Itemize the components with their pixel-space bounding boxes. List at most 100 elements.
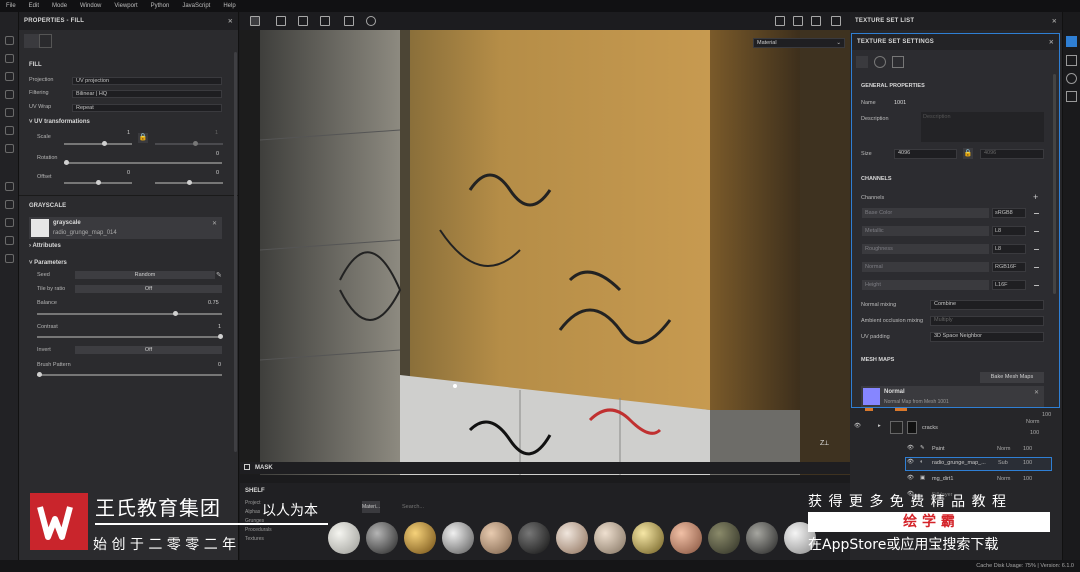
brush-pattern-slider[interactable] — [37, 372, 222, 377]
smudge-tool-icon[interactable] — [5, 108, 14, 117]
picker-tool-icon[interactable] — [5, 144, 14, 153]
display-settings-icon[interactable] — [1066, 55, 1077, 66]
material-mode-dropdown[interactable]: Material ⌄ — [753, 38, 845, 48]
channel-format-dropdown[interactable]: L16F — [992, 280, 1026, 290]
contrast-slider[interactable] — [37, 334, 223, 339]
material-ball[interactable] — [328, 522, 360, 554]
material-ball[interactable] — [556, 522, 588, 554]
layer-row[interactable]: 👁 ▣ mg_dirt1 Norm 100 — [850, 473, 1062, 487]
3d-viewport[interactable]: Material ⌄ Z⟂ — [240, 30, 850, 475]
selection-icon[interactable] — [775, 16, 785, 26]
description-field[interactable]: Description — [921, 112, 1044, 142]
python-icon[interactable] — [5, 218, 14, 227]
menu-edit[interactable]: Edit — [29, 3, 39, 9]
close-icon[interactable]: ✕ — [1052, 18, 1057, 25]
symmetry-icon[interactable] — [298, 16, 308, 26]
invert-toggle[interactable]: Off — [75, 346, 222, 354]
menu-viewport[interactable]: Viewport — [114, 3, 137, 9]
eye-icon[interactable]: 👁 — [907, 459, 914, 465]
menu-mode[interactable]: Mode — [52, 3, 67, 9]
channel-format-dropdown[interactable]: sRGB8 — [992, 208, 1026, 218]
uv-tab-icon[interactable] — [892, 56, 904, 68]
eye-icon[interactable]: 👁 — [907, 475, 914, 481]
clone-tool-icon[interactable] — [5, 126, 14, 135]
mask-checkbox[interactable] — [244, 464, 250, 470]
material-ball[interactable] — [518, 522, 550, 554]
shelf-category[interactable]: Textures — [245, 535, 275, 544]
layer-row[interactable]: 👁 ◐ radio_grunge_map_... Sub 100 — [850, 457, 1062, 471]
texture-set-icon[interactable] — [1066, 36, 1077, 47]
shelf-tab-materials[interactable]: Materi... — [362, 501, 380, 513]
ao-mixing-dropdown[interactable]: Multiply — [930, 316, 1044, 326]
balance-slider[interactable] — [37, 311, 222, 316]
material-ball[interactable] — [442, 522, 474, 554]
channel-format-dropdown[interactable]: L8 — [992, 244, 1026, 254]
uv-padding-dropdown[interactable]: 3D Space Neighbor — [930, 332, 1044, 342]
eraser-tool-icon[interactable] — [5, 54, 14, 63]
material-ball[interactable] — [594, 522, 626, 554]
uv-transformations-section[interactable]: ˅ UV transformations — [29, 119, 90, 125]
projection-tool-icon[interactable] — [5, 72, 14, 81]
tss-scrollbar[interactable] — [1053, 74, 1056, 294]
bake-mesh-maps-button[interactable]: Bake Mesh Maps — [980, 372, 1044, 383]
material-ball[interactable] — [632, 522, 664, 554]
material-tab-icon[interactable] — [39, 34, 52, 48]
name-value[interactable]: 1001 — [894, 100, 906, 106]
normal-mixing-dropdown[interactable]: Combine — [930, 300, 1044, 310]
layer-row[interactable]: 👁 ✎ Paint Norm 100 — [850, 443, 1062, 457]
parameters-section[interactable]: ˅ Parameters — [29, 260, 67, 266]
attributes-section[interactable]: › Attributes — [29, 243, 61, 249]
bake-tab-icon[interactable] — [874, 56, 886, 68]
size-dropdown[interactable]: 4096 — [894, 149, 957, 159]
menu-javascript[interactable]: JavaScript — [182, 3, 210, 9]
grayscale-slot[interactable]: grayscale radio_grunge_map_014 ✕ — [29, 217, 222, 239]
remove-channel-icon[interactable] — [1034, 213, 1039, 214]
layer-blend-mode[interactable]: Norm — [1026, 419, 1039, 425]
material-ball[interactable] — [404, 522, 436, 554]
layer-opacity[interactable]: 100 — [1030, 430, 1039, 436]
channel-format-dropdown[interactable]: RGB16F — [992, 262, 1026, 272]
layer-blend-mode[interactable]: Norm — [997, 446, 1010, 452]
log-icon[interactable] — [5, 254, 14, 263]
settings-icon[interactable] — [5, 200, 14, 209]
layer-opacity[interactable]: 100 — [1023, 460, 1032, 466]
menu-file[interactable]: File — [6, 3, 16, 9]
settings-tab-icon[interactable] — [856, 56, 868, 68]
camera-tool-icon[interactable] — [793, 16, 803, 26]
viewer-settings-icon[interactable] — [1066, 91, 1077, 102]
grid-icon[interactable] — [276, 16, 286, 26]
channel-format-dropdown[interactable]: L8 — [992, 226, 1026, 236]
shelf-category[interactable]: Procedurals — [245, 526, 275, 535]
close-icon[interactable]: ✕ — [1049, 39, 1054, 46]
projection-dropdown[interactable]: UV projection — [72, 77, 222, 85]
add-channel-icon[interactable]: + — [1033, 192, 1038, 202]
polygon-fill-icon[interactable] — [5, 90, 14, 99]
properties-scrollbar[interactable] — [234, 52, 237, 452]
seed-random-button[interactable]: Random — [75, 271, 215, 279]
menu-python[interactable]: Python — [151, 3, 170, 9]
frame-icon[interactable] — [344, 16, 354, 26]
eye-icon[interactable]: 👁 — [907, 445, 914, 451]
remove-icon[interactable]: ✕ — [212, 220, 217, 227]
material-ball[interactable] — [670, 522, 702, 554]
offset-slider-2[interactable] — [155, 180, 223, 185]
eye-icon[interactable]: 👁 — [854, 423, 861, 429]
lock-icon[interactable]: 🔒 — [138, 133, 148, 143]
tile-toggle[interactable]: Off — [75, 285, 222, 293]
history-icon[interactable] — [5, 236, 14, 245]
layer-opacity[interactable]: 100 — [1023, 476, 1032, 482]
layer-blend-mode[interactable]: Norm — [997, 476, 1010, 482]
shader-icon[interactable] — [1066, 73, 1077, 84]
edit-icon[interactable]: ✎ — [216, 271, 222, 279]
history-icon[interactable] — [366, 16, 376, 26]
video-icon[interactable] — [811, 16, 821, 26]
paint-tool-icon[interactable] — [5, 36, 14, 45]
photo-icon[interactable] — [831, 16, 841, 26]
remove-channel-icon[interactable] — [1034, 267, 1039, 268]
scale-slider[interactable] — [64, 141, 132, 146]
remove-channel-icon[interactable] — [1034, 249, 1039, 250]
offset-slider[interactable] — [64, 180, 132, 185]
remove-channel-icon[interactable] — [1034, 231, 1039, 232]
bake-icon[interactable] — [5, 182, 14, 191]
layer-blend-mode[interactable]: Sub — [998, 460, 1008, 466]
